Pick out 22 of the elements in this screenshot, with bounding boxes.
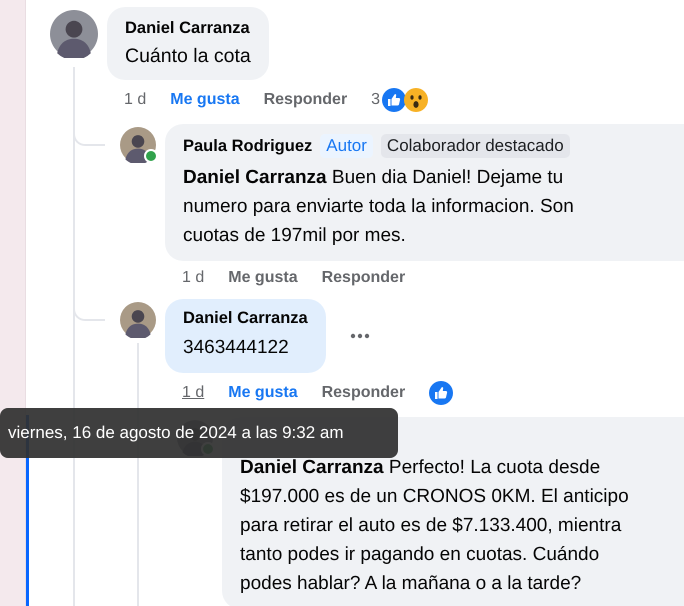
reply-link[interactable]: Responder bbox=[264, 91, 348, 109]
timestamp-link[interactable]: 1 d bbox=[182, 269, 204, 287]
tooltip: viernes, 16 de agosto de 2024 a las 9:32 am bbox=[0, 408, 398, 458]
timestamp-link[interactable]: 1 d bbox=[124, 91, 146, 109]
contributor-badge: Colaborador destacado bbox=[380, 134, 570, 158]
author-name[interactable]: Daniel Carranza bbox=[183, 309, 308, 328]
comment-text: Daniel Carranza Perfecto! La cuota desde $197.000 es de un CRONOS 0KM. El anticipo para retirar el auto es de $7.133.400, mientra tanto podes ir pagando en cuotas. Cuándo podes hablar? A la mañana o a la tarde? bbox=[240, 456, 630, 596]
avatar[interactable] bbox=[50, 10, 98, 58]
comment-text: Cuánto la cota bbox=[125, 44, 251, 69]
reaction-count[interactable]: 3 bbox=[371, 91, 380, 109]
comment-text: 3463444122 bbox=[183, 336, 290, 360]
author-badge: Autor bbox=[320, 134, 373, 158]
like-link[interactable]: Me gusta bbox=[228, 384, 298, 402]
timestamp-link[interactable]: 1 d bbox=[182, 384, 204, 402]
author-name[interactable]: Daniel Carranza bbox=[125, 19, 250, 38]
like-link[interactable]: Me gusta bbox=[170, 91, 240, 109]
like-link[interactable]: Me gusta bbox=[228, 269, 298, 287]
reply-link[interactable]: Responder bbox=[322, 384, 406, 402]
reply-link[interactable]: Responder bbox=[322, 269, 406, 287]
avatar[interactable] bbox=[120, 302, 156, 338]
comment-text: Daniel Carranza Buen dia Daniel! Dejame tu numero para enviarte toda la informacion. Son cuotas de 197mil por mes. bbox=[183, 166, 575, 248]
author-name[interactable]: Paula Rodriguez bbox=[183, 136, 312, 156]
